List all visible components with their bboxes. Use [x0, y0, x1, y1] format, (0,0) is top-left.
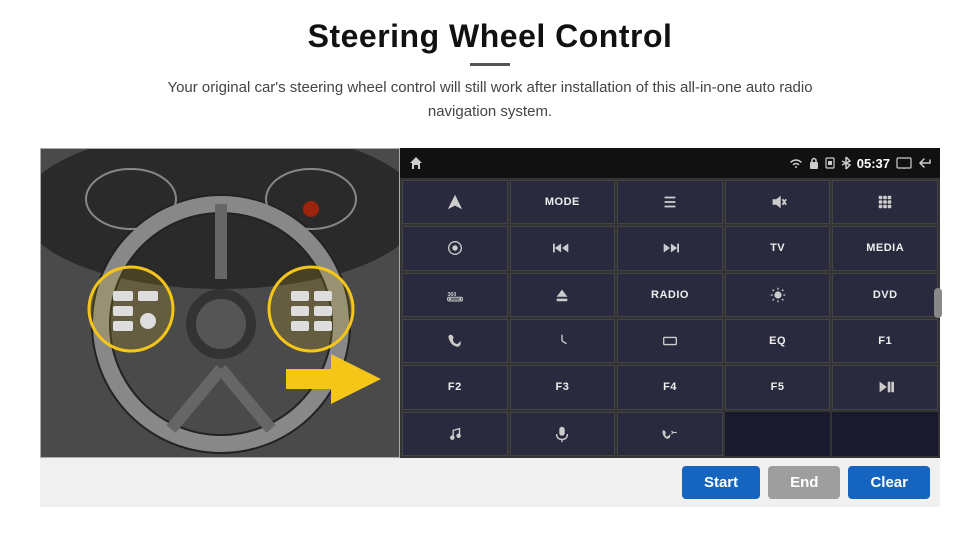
panel-btn-apps[interactable] — [832, 180, 938, 224]
status-time: 05:37 — [857, 156, 890, 171]
panel-btn-phone[interactable] — [402, 319, 508, 363]
panel-btn-dvd[interactable]: DVD — [832, 273, 938, 317]
home-icon — [408, 155, 424, 171]
panel-btn-settings[interactable] — [402, 226, 508, 270]
panel-btn-f1[interactable]: F1 — [832, 319, 938, 363]
panel-btn-f3[interactable]: F3 — [510, 365, 616, 409]
steering-wheel-image — [40, 148, 400, 458]
panel-btn-brightness[interactable] — [725, 273, 831, 317]
panel-btn-f5[interactable]: F5 — [725, 365, 831, 409]
panel-grid: MODE — [400, 178, 940, 458]
control-panel: 05:37 — [400, 148, 940, 458]
bluetooth-icon — [841, 156, 851, 170]
panel-btn-empty1 — [725, 412, 831, 456]
start-button[interactable]: Start — [682, 466, 760, 499]
control-panel-outer: 05:37 — [400, 148, 940, 458]
status-left — [408, 155, 424, 171]
panel-btn-navigate[interactable] — [402, 180, 508, 224]
title-divider — [470, 63, 510, 66]
status-right: 05:37 — [789, 156, 932, 171]
panel-btn-rectangle[interactable] — [617, 319, 723, 363]
panel-btn-radio[interactable]: RADIO — [617, 273, 723, 317]
panel-btn-f4[interactable]: F4 — [617, 365, 723, 409]
wifi-icon — [789, 157, 803, 169]
scroll-indicator[interactable] — [934, 288, 942, 318]
panel-btn-volphone[interactable] — [617, 412, 723, 456]
panel-btn-music[interactable] — [402, 412, 508, 456]
panel-btn-mic[interactable] — [510, 412, 616, 456]
end-button[interactable]: End — [768, 466, 840, 499]
screen-icon — [896, 157, 912, 169]
panel-btn-eject[interactable] — [510, 273, 616, 317]
content-row: 05:37 — [40, 148, 940, 458]
panel-btn-playpause[interactable] — [832, 365, 938, 409]
panel-btn-mute[interactable] — [725, 180, 831, 224]
status-bar: 05:37 — [400, 148, 940, 178]
clear-button[interactable]: Clear — [848, 466, 930, 499]
panel-btn-list[interactable] — [617, 180, 723, 224]
panel-btn-mode[interactable]: MODE — [510, 180, 616, 224]
back-icon — [918, 157, 932, 169]
sim-icon — [825, 157, 835, 169]
panel-btn-360[interactable]: 360 — [402, 273, 508, 317]
panel-btn-f2[interactable]: F2 — [402, 365, 508, 409]
panel-btn-media[interactable]: MEDIA — [832, 226, 938, 270]
page-subtitle: Your original car's steering wheel contr… — [140, 76, 840, 124]
panel-btn-eq[interactable]: EQ — [725, 319, 831, 363]
panel-btn-rewind[interactable] — [510, 226, 616, 270]
panel-btn-yelp[interactable] — [510, 319, 616, 363]
panel-btn-fastforward[interactable] — [617, 226, 723, 270]
bottom-action-bar: Start End Clear — [40, 458, 940, 507]
lock-icon — [809, 157, 819, 169]
panel-btn-empty2 — [832, 412, 938, 456]
panel-btn-tv[interactable]: TV — [725, 226, 831, 270]
page-title: Steering Wheel Control — [140, 18, 840, 55]
